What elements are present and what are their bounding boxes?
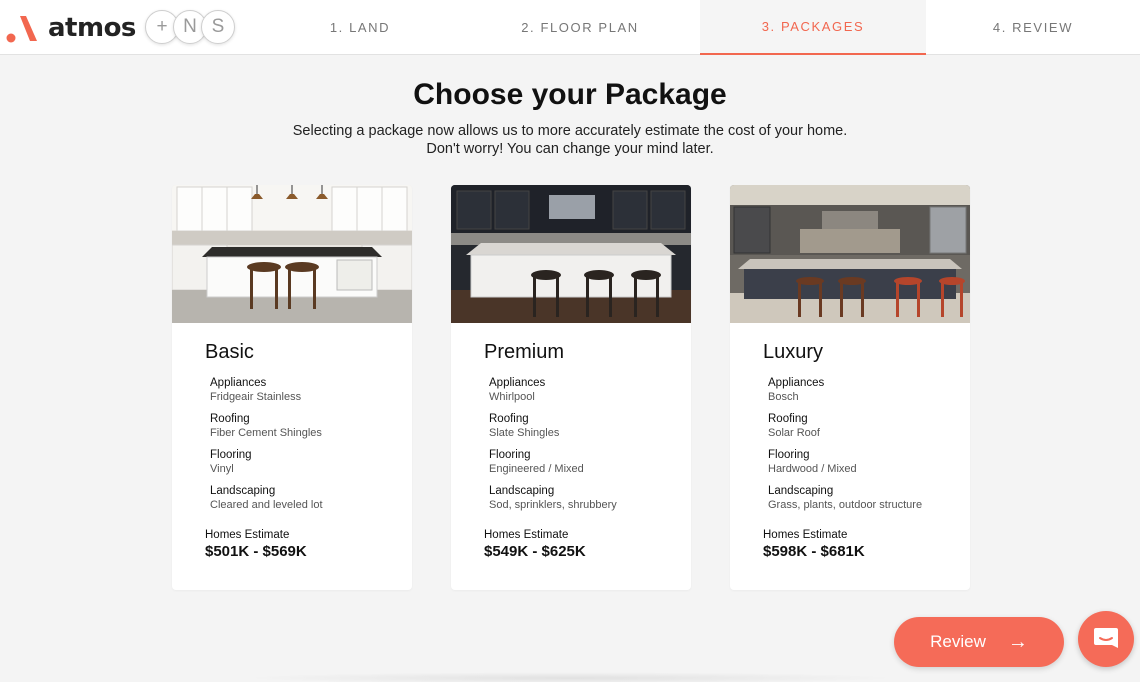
- package-card-luxury[interactable]: Luxury Appliances Bosch Roofing Solar Ro…: [730, 185, 970, 590]
- subtitle-line-1: Selecting a package now allows us to mor…: [292, 123, 848, 139]
- feature-flooring: Flooring Hardwood / Mixed: [768, 449, 857, 475]
- top-nav-bar: atmos + N S 1. LAND 2. FLOOR PLAN 3. PAC…: [0, 0, 1140, 55]
- feature-roofing: Roofing Slate Shingles: [489, 413, 560, 439]
- brand-name: atmos: [48, 13, 136, 43]
- page-subtitle: Selecting a package now allows us to mor…: [0, 122, 1140, 158]
- package-name: Luxury: [763, 341, 824, 363]
- estimate-value: $501K - $569K: [205, 543, 307, 560]
- collaborator-avatar-s[interactable]: S: [201, 10, 235, 44]
- feature-appliances: Appliances Whirlpool: [489, 377, 546, 403]
- package-card-basic[interactable]: Basic Appliances Fridgeair Stainless Roo…: [172, 185, 412, 590]
- kitchen-photo: [730, 185, 970, 323]
- chat-button[interactable]: [1078, 611, 1134, 667]
- estimate-label: Homes Estimate: [763, 529, 848, 541]
- atmos-logo[interactable]: atmos: [6, 12, 136, 44]
- basic-kitchen-image: [172, 185, 412, 323]
- luxury-kitchen-image: [730, 185, 970, 323]
- tab-land[interactable]: 1. LAND: [260, 0, 460, 55]
- package-name: Premium: [484, 341, 565, 363]
- tab-packages[interactable]: 3. PACKAGES: [700, 0, 926, 55]
- review-button-label: Review: [930, 632, 986, 651]
- feature-flooring: Flooring Vinyl: [210, 449, 252, 475]
- feature-landscaping: Landscaping Grass, plants, outdoor struc…: [768, 485, 923, 511]
- collaborator-badges: + N S: [145, 10, 235, 45]
- tab-floor-plan[interactable]: 2. FLOOR PLAN: [460, 0, 700, 55]
- premium-kitchen-image: [451, 185, 691, 323]
- package-card-premium[interactable]: Premium Appliances Whirlpool Roofing Sla…: [451, 185, 691, 590]
- bottom-panel-shadow: [240, 672, 900, 682]
- feature-landscaping: Landscaping Cleared and leveled lot: [210, 485, 323, 511]
- estimate-label: Homes Estimate: [484, 529, 569, 541]
- estimate-value: $549K - $625K: [484, 543, 586, 560]
- feature-landscaping: Landscaping Sod, sprinklers, shrubbery: [489, 485, 617, 511]
- step-tabs: 1. LAND 2. FLOOR PLAN 3. PACKAGES 4. REV…: [260, 0, 1140, 55]
- kitchen-photo: [451, 185, 691, 323]
- kitchen-photo: [172, 185, 412, 323]
- estimate-label: Homes Estimate: [205, 529, 290, 541]
- arrow-right-icon: →: [1007, 630, 1028, 653]
- page-title: Choose your Package: [413, 78, 727, 111]
- tab-review[interactable]: 4. REVIEW: [926, 0, 1140, 55]
- estimate-value: $598K - $681K: [763, 543, 865, 560]
- atmos-logo-icon: [6, 16, 37, 43]
- feature-roofing: Roofing Fiber Cement Shingles: [210, 413, 322, 439]
- package-name: Basic: [205, 341, 254, 363]
- feature-roofing: Roofing Solar Roof: [768, 413, 820, 439]
- feature-flooring: Flooring Engineered / Mixed: [489, 449, 584, 475]
- review-button[interactable]: Review →: [894, 617, 1064, 667]
- subtitle-line-2: Don't worry! You can change your mind la…: [426, 141, 714, 157]
- feature-appliances: Appliances Fridgeair Stainless: [210, 377, 302, 403]
- chat-icon: [1094, 628, 1118, 648]
- feature-appliances: Appliances Bosch: [768, 377, 825, 403]
